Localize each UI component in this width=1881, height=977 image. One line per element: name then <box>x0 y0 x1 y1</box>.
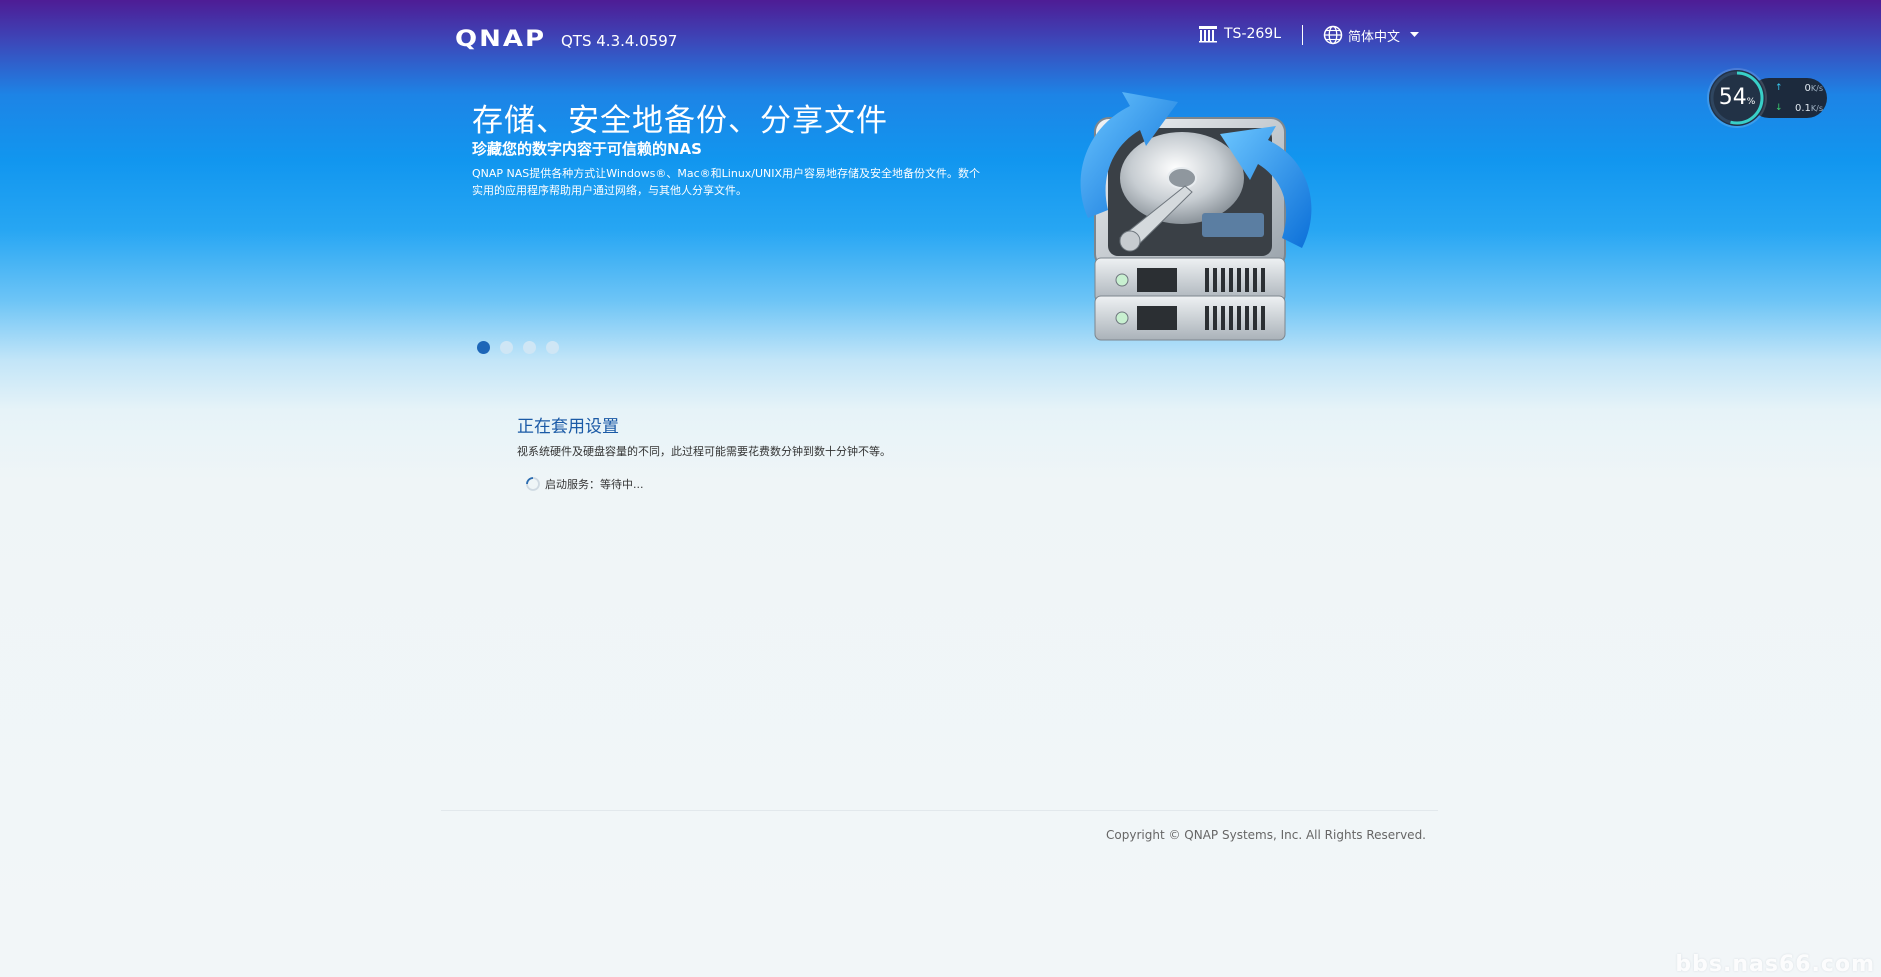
resource-monitor[interactable]: 54% ↑ 0K/s ↓ 0.1K/s <box>1709 70 1827 126</box>
hero-description: QNAP NAS提供各种方式让Windows®、Mac®和Linux/UNIX用… <box>472 167 981 197</box>
qts-version: QTS 4.3.4.0597 <box>561 32 678 50</box>
status-step-text: 启动服务：等待中... <box>545 478 644 491</box>
status-description: 视系统硬件及硬盘容量的不同，此过程可能需要花费数分钟到数十分钟不等。 <box>517 445 891 458</box>
cpu-percent: 54% <box>1718 85 1756 110</box>
upload-rate: 0K/s <box>1804 83 1823 94</box>
qnap-logo: QNAP <box>455 26 547 52</box>
model-name: TS-269L <box>1224 26 1282 42</box>
language-label: 简体中文 <box>1348 29 1401 45</box>
globe-icon <box>1323 25 1343 45</box>
header-divider <box>1302 25 1303 45</box>
slide-dot-4[interactable] <box>546 341 559 354</box>
copyright-text: Copyright © QNAP Systems, Inc. All Right… <box>1106 828 1426 842</box>
status-title: 正在套用设置 <box>517 417 619 437</box>
caret-down-icon <box>1410 32 1420 37</box>
model-indicator: TS-269L <box>1198 25 1281 43</box>
slide-dot-3[interactable] <box>523 341 536 354</box>
status-step: 启动服务：等待中... <box>525 476 644 492</box>
download-rate: 0.1K/s <box>1794 103 1823 114</box>
footer-divider <box>441 810 1438 811</box>
watermark: bbs.nas66.com <box>1675 952 1875 977</box>
slide-indicator <box>477 341 559 354</box>
hero-subtitle: 珍藏您的数字内容于可信赖的NAS <box>472 140 702 158</box>
slide-dot-1[interactable] <box>477 341 490 354</box>
hard-drive-sync-icon <box>1080 92 1312 341</box>
nas-device-icon <box>1199 26 1217 43</box>
loading-spinner-icon <box>526 477 540 491</box>
language-selector[interactable]: 简体中文 <box>1323 25 1420 45</box>
hero-title: 存储、安全地备份、分享文件 <box>472 103 888 139</box>
slide-dot-2[interactable] <box>500 341 513 354</box>
